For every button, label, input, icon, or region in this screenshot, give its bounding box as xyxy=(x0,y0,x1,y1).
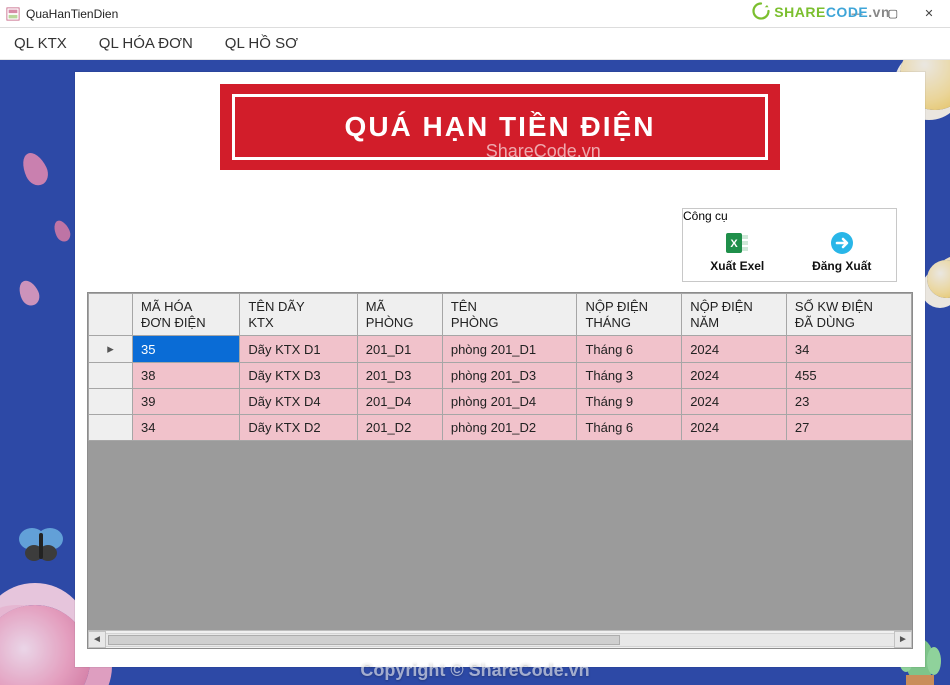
datagrid[interactable]: MÃ HÓAĐƠN ĐIỆN TÊN DÃYKTX MÃPHÒNG TÊNPHÒ… xyxy=(87,292,913,649)
table-cell[interactable]: 2024 xyxy=(682,415,787,441)
table-row[interactable]: 39Dãy KTX D4201_D4phòng 201_D4Tháng 9202… xyxy=(89,389,912,415)
horizontal-scrollbar[interactable]: ◄ ► xyxy=(88,630,912,648)
scroll-left-arrow-icon[interactable]: ◄ xyxy=(88,631,106,648)
table-cell[interactable]: 2024 xyxy=(682,336,787,363)
svg-text:X: X xyxy=(731,238,739,250)
petal-decoration-icon xyxy=(15,277,42,308)
table-cell[interactable]: phòng 201_D3 xyxy=(442,363,577,389)
table-cell[interactable]: Dãy KTX D1 xyxy=(240,336,357,363)
table-cell[interactable]: 455 xyxy=(786,363,911,389)
content-stage: QUÁ HẠN TIỀN ĐIỆN ShareCode.vn Công cụ X… xyxy=(0,60,950,685)
datagrid-header-row: MÃ HÓAĐƠN ĐIỆN TÊN DÃYKTX MÃPHÒNG TÊNPHÒ… xyxy=(89,294,912,336)
logout-icon xyxy=(794,229,891,257)
column-header[interactable]: TÊN DÃYKTX xyxy=(240,294,357,336)
main-panel: QUÁ HẠN TIỀN ĐIỆN ShareCode.vn Công cụ X… xyxy=(75,72,925,667)
table-cell[interactable]: Tháng 9 xyxy=(577,389,682,415)
column-header[interactable]: MÃ HÓAĐƠN ĐIỆN xyxy=(133,294,240,336)
table-row[interactable]: 34Dãy KTX D2201_D2phòng 201_D2Tháng 6202… xyxy=(89,415,912,441)
logout-button[interactable]: Đăng Xuất xyxy=(794,229,891,273)
table-cell[interactable]: 201_D1 xyxy=(357,336,442,363)
table-cell[interactable]: 2024 xyxy=(682,389,787,415)
table-cell[interactable]: phòng 201_D4 xyxy=(442,389,577,415)
column-header[interactable]: SỐ KW ĐIỆNĐÃ DÙNG xyxy=(786,294,911,336)
table-cell[interactable]: 38 xyxy=(133,363,240,389)
table-cell[interactable]: Dãy KTX D3 xyxy=(240,363,357,389)
table-cell[interactable]: 201_D2 xyxy=(357,415,442,441)
menu-ql-ktx[interactable]: QL KTX xyxy=(8,29,81,58)
table-cell[interactable]: 34 xyxy=(133,415,240,441)
petal-decoration-icon xyxy=(51,218,73,244)
excel-icon: X xyxy=(689,229,786,257)
scroll-thumb[interactable] xyxy=(108,635,620,645)
table-cell[interactable]: 27 xyxy=(786,415,911,441)
table-cell[interactable]: 201_D3 xyxy=(357,363,442,389)
window-maximize-button[interactable]: ▢ xyxy=(876,3,910,25)
toolbox-groupbox: Công cụ X Xuất Exel Đăng Xuất xyxy=(682,208,897,282)
flower-decoration-icon xyxy=(927,260,950,298)
table-cell[interactable]: phòng 201_D1 xyxy=(442,336,577,363)
column-header[interactable]: TÊNPHÒNG xyxy=(442,294,577,336)
export-excel-button[interactable]: X Xuất Exel xyxy=(689,229,786,273)
table-cell[interactable]: 39 xyxy=(133,389,240,415)
table-cell[interactable]: 201_D4 xyxy=(357,389,442,415)
window-title: QuaHanTienDien xyxy=(26,7,118,21)
app-icon xyxy=(6,7,20,21)
row-header[interactable]: ▸ xyxy=(89,336,133,363)
row-header[interactable] xyxy=(89,389,133,415)
row-header[interactable] xyxy=(89,363,133,389)
menubar: QL KTX QL HÓA ĐƠN QL HỒ SƠ xyxy=(0,28,950,60)
window-minimize-button[interactable]: — xyxy=(840,3,874,25)
menu-ql-hoa-don[interactable]: QL HÓA ĐƠN xyxy=(93,29,207,58)
scroll-right-arrow-icon[interactable]: ► xyxy=(894,631,912,648)
table-cell[interactable]: 2024 xyxy=(682,363,787,389)
datagrid-corner xyxy=(89,294,133,336)
table-cell[interactable]: Dãy KTX D2 xyxy=(240,415,357,441)
table-cell[interactable]: 35 xyxy=(133,336,240,363)
column-header[interactable]: NỘP ĐIỆNTHÁNG xyxy=(577,294,682,336)
page-banner: QUÁ HẠN TIỀN ĐIỆN ShareCode.vn xyxy=(220,84,780,170)
menu-ql-ho-so[interactable]: QL HỒ SƠ xyxy=(219,29,312,58)
scroll-track[interactable] xyxy=(106,633,894,647)
table-cell[interactable]: 23 xyxy=(786,389,911,415)
toolbox-legend: Công cụ xyxy=(683,209,728,223)
window-titlebar: QuaHanTienDien SHARECODE.vn — ▢ ✕ xyxy=(0,0,950,28)
petal-decoration-icon xyxy=(18,149,52,189)
table-cell[interactable]: Tháng 6 xyxy=(577,336,682,363)
table-cell[interactable]: 34 xyxy=(786,336,911,363)
logout-label: Đăng Xuất xyxy=(812,259,871,273)
table-cell[interactable]: phòng 201_D2 xyxy=(442,415,577,441)
table-row[interactable]: 38Dãy KTX D3201_D3phòng 201_D3Tháng 3202… xyxy=(89,363,912,389)
column-header[interactable]: NỘP ĐIỆNNĂM xyxy=(682,294,787,336)
row-header[interactable] xyxy=(89,415,133,441)
export-excel-label: Xuất Exel xyxy=(710,259,764,273)
window-close-button[interactable]: ✕ xyxy=(912,3,946,25)
table-cell[interactable]: Dãy KTX D4 xyxy=(240,389,357,415)
page-title: QUÁ HẠN TIỀN ĐIỆN xyxy=(243,111,757,143)
butterfly-decoration-icon xyxy=(18,525,64,565)
table-cell[interactable]: Tháng 6 xyxy=(577,415,682,441)
table-row[interactable]: ▸35Dãy KTX D1201_D1phòng 201_D1Tháng 620… xyxy=(89,336,912,363)
column-header[interactable]: MÃPHÒNG xyxy=(357,294,442,336)
table-cell[interactable]: Tháng 3 xyxy=(577,363,682,389)
